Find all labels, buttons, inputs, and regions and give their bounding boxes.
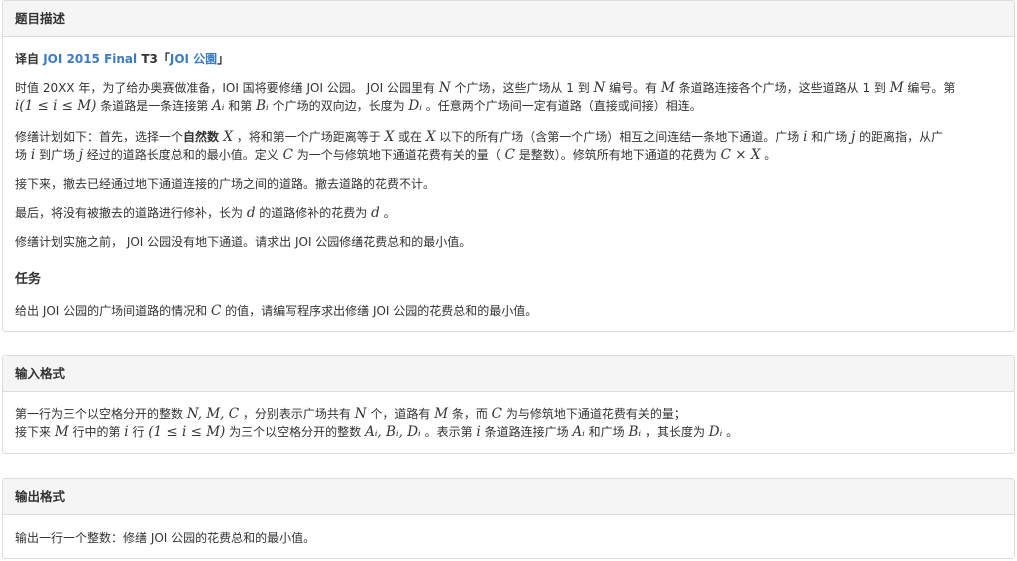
text: 经过的道路长度总和的最小值。定义	[82, 148, 283, 162]
task-heading: 任务	[15, 272, 42, 287]
math-Di: Dᵢ	[708, 424, 723, 440]
text: 为与修筑地下通道花费有关的量；	[502, 407, 686, 421]
text: 行	[128, 425, 149, 439]
text: 场	[15, 148, 31, 162]
math-Bi: Bᵢ	[256, 98, 269, 114]
contest-link[interactable]: JOI 2015 Final	[43, 52, 137, 66]
math-Ai: Aᵢ	[212, 98, 225, 114]
math-d: d	[371, 205, 380, 221]
input-card: 输入格式 第一行为三个以空格分开的整数 N, M, C ，分别表示广场共有 N …	[2, 355, 1015, 454]
math-Bi: Bᵢ	[628, 424, 642, 440]
text: 的值，请编写程序求出修缮 JOI 公园的花费总和的最小值。	[221, 304, 538, 318]
p1-line2: i(1 ≤ i ≤ M) 条道路是一条连接第 Aᵢ 和第 Bᵢ 个广场的双向边，…	[15, 97, 994, 115]
math-N: N	[593, 80, 606, 96]
math-N: N	[354, 406, 367, 422]
text: 。表示第	[420, 425, 477, 439]
input-line2: 接下来 M 行中的第 i 行 (1 ≤ i ≤ M) 为三个以空格分开的整数 A…	[15, 423, 994, 441]
output-line: 输出一行一个整数：修缮 JOI 公园的花费总和的最小值。	[15, 531, 316, 545]
math-M: M	[660, 80, 675, 96]
math-X: X	[384, 129, 395, 145]
text: 最后，将没有被撤去的道路进行修补，长为	[15, 206, 247, 220]
text: 条道路连接各个广场，这些道路从 1 到	[674, 81, 890, 95]
text: 编号。第	[903, 81, 956, 95]
text: 。	[722, 425, 739, 439]
input-line1: 第一行为三个以空格分开的整数 N, M, C ，分别表示广场共有 N 个，道路有…	[15, 405, 994, 423]
math-M: M	[434, 406, 449, 422]
text: 条道路连接广场	[480, 425, 573, 439]
math-C: C	[210, 303, 222, 319]
text: 和广场	[807, 130, 852, 144]
output-header: 输出格式	[3, 479, 1014, 515]
p5-line: 修缮计划实施之前， JOI 公园没有地下通道。请求出 JOI 公园修缮花费总和的…	[15, 235, 472, 249]
math-C: C	[504, 147, 515, 163]
text: 行中的第	[68, 425, 125, 439]
text: 。	[760, 148, 777, 162]
text: 以下的所有广场（含第一个广场）相互之间连结一条地下通道。广场	[435, 130, 804, 144]
text: 第一行为三个以空格分开的整数	[15, 407, 187, 421]
text: 为三个以空格分开的整数	[225, 425, 365, 439]
text: 个广场，这些广场从 1 到	[450, 81, 594, 95]
text: 个，道路有	[366, 407, 435, 421]
text: 和第	[224, 99, 257, 113]
math-M: M	[889, 80, 904, 96]
text: 修缮计划如下：首先，选择一个	[15, 130, 184, 144]
text: 时值 20XX 年，为了给办奥赛做准备，IOI 国将要修缮 JOI 公园。 JO…	[15, 81, 439, 95]
math-X: X	[219, 129, 233, 145]
text: 到广场	[35, 148, 79, 162]
p2-line2: 场 i 到广场 j 经过的道路长度总和的最小值。定义 C 为一个与修筑地下通道花…	[15, 146, 994, 164]
math-cond: i(1 ≤ i ≤ M)	[15, 98, 97, 114]
p6-line: 给出 JOI 公园的广场间道路的情况和 C 的值，请编写程序求出修缮 JOI 公…	[15, 302, 994, 320]
text: 的距离指，从广	[855, 130, 944, 144]
problem-name-link[interactable]: JOI 公園	[170, 52, 217, 66]
source-suffix: 」	[217, 52, 230, 66]
math-C: C	[282, 147, 293, 163]
text: 。	[379, 206, 396, 220]
text: 或在	[394, 130, 426, 144]
natural-number: 自然数	[183, 130, 220, 144]
text: 的道路修补的花费为	[255, 206, 372, 220]
math-N: N	[438, 80, 451, 96]
math-Di: Dᵢ	[408, 98, 422, 114]
text: 编号。有	[605, 81, 661, 95]
p4-line: 最后，将没有被撤去的道路进行修补，长为 d 的道路修补的花费为 d 。	[15, 204, 994, 222]
p1-line1: 时值 20XX 年，为了给办奥赛做准备，IOI 国将要修缮 JOI 公园。 JO…	[15, 79, 994, 97]
math-CX: C × X	[720, 147, 761, 163]
math-Ai: Aᵢ	[572, 424, 585, 440]
text: 给出 JOI 公园的广场间道路的情况和	[15, 304, 211, 318]
input-header: 输入格式	[3, 356, 1014, 392]
text: 接下来	[15, 425, 55, 439]
source-prefix: 译自	[15, 52, 44, 66]
math-M: M	[54, 424, 69, 440]
source-task: T3「	[137, 52, 170, 66]
text: 和广场	[584, 425, 629, 439]
text: ，其长度为	[641, 425, 709, 439]
text: ，分别表示广场共有	[239, 407, 355, 421]
math-vars: N, M, C	[186, 406, 240, 422]
text: 为一个与修筑地下通道花费有关的量（	[292, 148, 505, 162]
text: ，将和第一个广场距离等于	[232, 130, 385, 144]
output-card: 输出格式 输出一行一个整数：修缮 JOI 公园的花费总和的最小值。	[2, 478, 1015, 559]
p2-line1: 修缮计划如下：首先，选择一个自然数 X ，将和第一个广场距离等于 X 或在 X …	[15, 128, 994, 146]
source-line: 译自 JOI 2015 Final T3「JOI 公園」	[15, 50, 994, 68]
text: 是整数）。修筑所有地下通道的花费为	[514, 148, 721, 162]
math-C: C	[491, 406, 503, 422]
text: 。任意两个广场间一定有道路（直接或间接）相连。	[421, 99, 702, 113]
text: 个广场的双向边，长度为	[268, 99, 409, 113]
description-card: 题目描述 译自 JOI 2015 Final T3「JOI 公園」 时值 20X…	[2, 0, 1015, 332]
description-header: 题目描述	[3, 1, 1014, 37]
math-cond: (1 ≤ i ≤ M)	[148, 424, 226, 440]
p3-line: 接下来，撤去已经通过地下通道连接的广场之间的道路。撤去道路的花费不计。	[15, 177, 436, 191]
text: 条，而	[448, 407, 492, 421]
math-vars: Aᵢ, Bᵢ, Dᵢ	[364, 424, 421, 440]
text: 条道路是一条连接第	[96, 99, 213, 113]
